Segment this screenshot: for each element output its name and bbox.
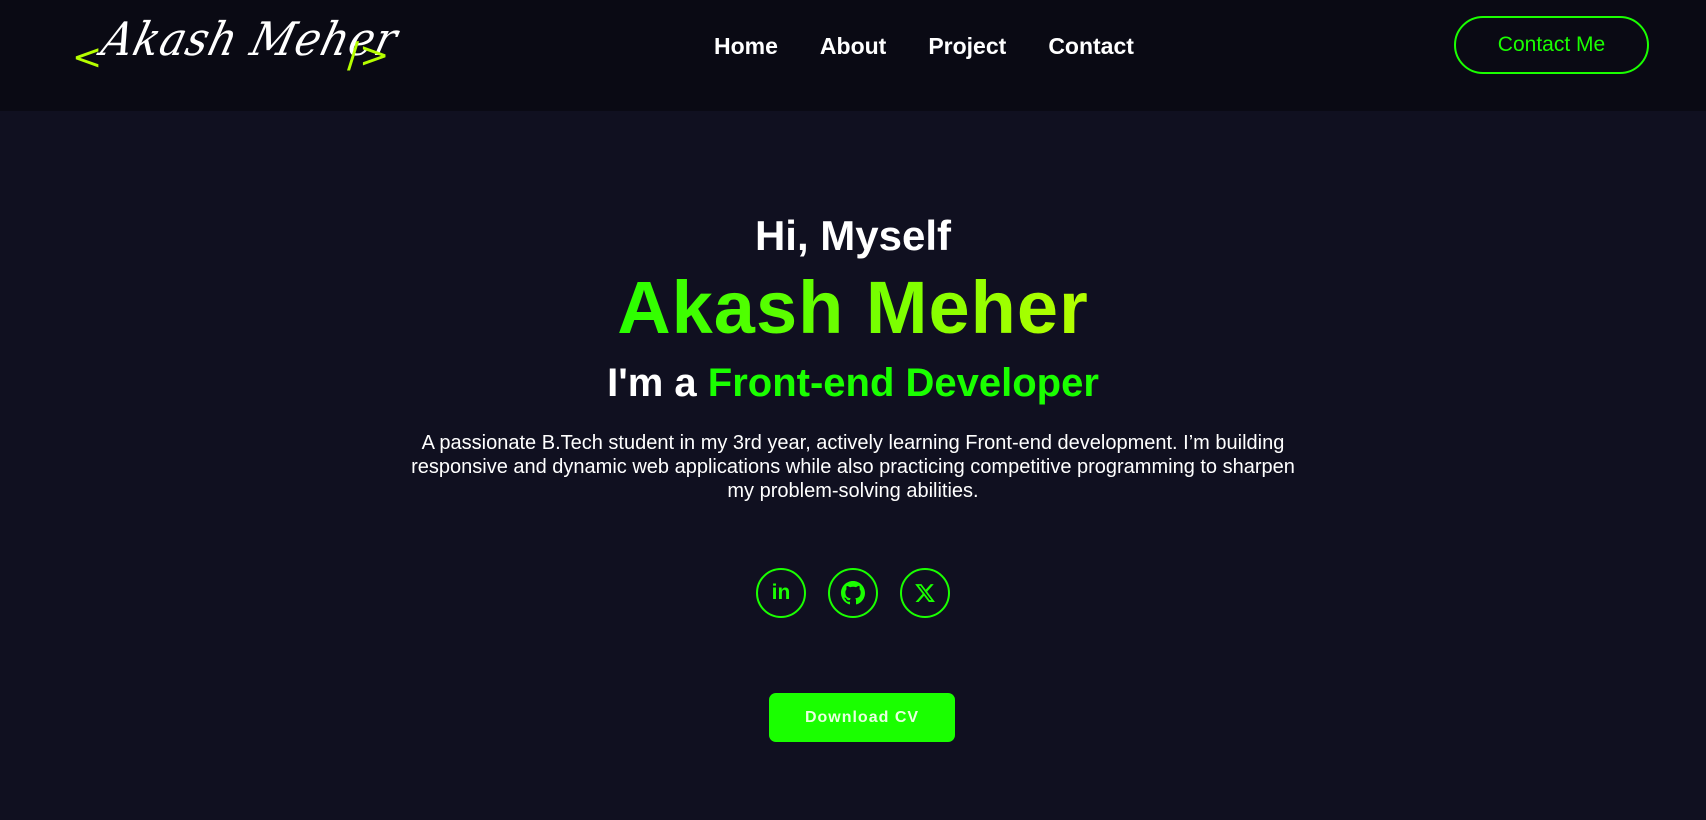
logo[interactable]: < Akash Meher /> <box>72 8 404 80</box>
hero-name: Akash Meher <box>0 271 1706 345</box>
hero-greeting: Hi, Myself <box>754 212 952 259</box>
linkedin-icon: in <box>771 581 791 604</box>
hero-name-text: Akash Meher <box>617 266 1089 349</box>
social-links: in <box>756 568 950 618</box>
x-twitter-link[interactable] <box>900 568 950 618</box>
github-link[interactable] <box>828 568 878 618</box>
nav-link-project[interactable]: Project <box>928 33 1006 60</box>
role-prefix: I'm a <box>607 361 697 405</box>
navbar: < Akash Meher /> Home About Project Cont… <box>0 0 1706 111</box>
nav-link-home[interactable]: Home <box>714 33 778 60</box>
linkedin-link[interactable]: in <box>756 568 806 618</box>
role-highlight: Front-end Developer <box>707 361 1099 405</box>
github-icon <box>841 581 865 605</box>
nav-link-contact[interactable]: Contact <box>1048 33 1134 60</box>
logo-bracket-close: /> <box>347 35 390 76</box>
download-cv-button[interactable]: Download CV <box>769 693 955 742</box>
x-twitter-icon <box>915 584 935 602</box>
contact-me-button[interactable]: Contact Me <box>1454 16 1649 74</box>
hero-role: I'm a Front-end Developer <box>0 363 1706 403</box>
hero-description: A passionate B.Tech student in my 3rd ye… <box>411 432 1295 502</box>
nav-links: Home About Project Contact <box>714 28 1134 64</box>
nav-link-about[interactable]: About <box>820 33 886 60</box>
hero-section: Hi, Myself Akash Meher I'm a Front-end D… <box>0 111 1706 820</box>
